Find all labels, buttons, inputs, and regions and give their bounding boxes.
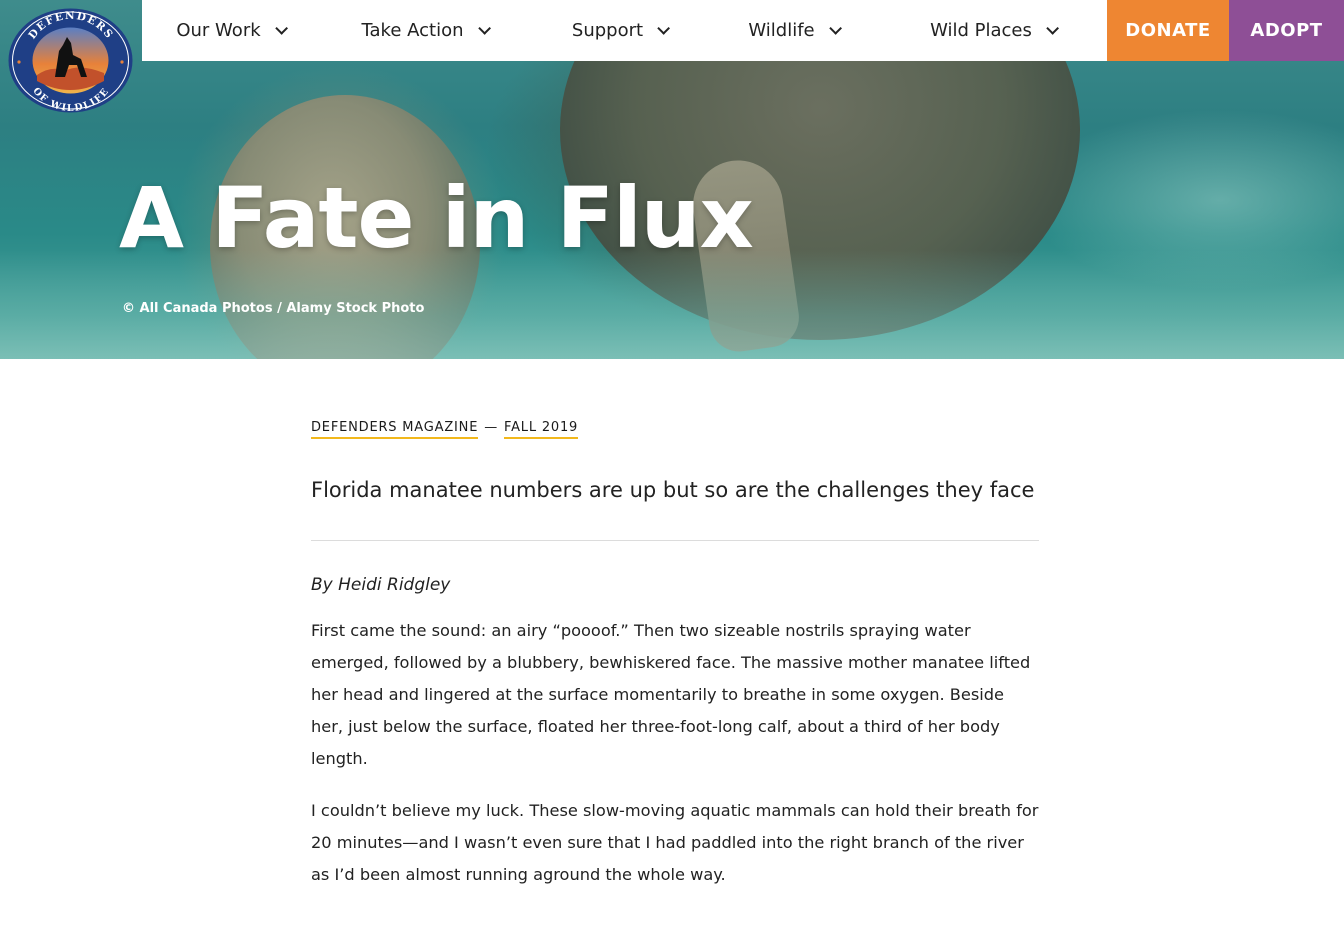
nav-item-take-action[interactable]: Take Action [318,0,530,61]
nav-item-our-work[interactable]: Our Work [142,0,318,61]
publication-link[interactable]: DEFENDERS MAGAZINE [311,420,479,439]
issue-link[interactable]: FALL 2019 [504,420,579,439]
chevron-down-icon[interactable] [1046,24,1055,38]
nav-item-label: Support [571,20,644,41]
nav-item-support[interactable]: Support [530,0,708,61]
article-paragraph: First came the sound: an airy “poooof.” … [311,621,1031,768]
defenders-logo-icon: DEFENDERS OF WILDLIFE [8,8,133,114]
photo-credit: © All Canada Photos / Alamy Stock Photo [122,301,425,316]
chevron-down-icon[interactable] [275,24,284,38]
chevron-down-icon[interactable] [478,24,487,38]
page-title: A Fate in Flux [119,169,754,267]
nav-item-label: Wild Places [930,20,1032,41]
main-nav: Our Work Take Action Support Wildlife Wi… [142,0,1344,61]
nav-item-wildlife[interactable]: Wildlife [708,0,878,61]
divider [311,540,1039,541]
nav-item-label: Take Action [361,20,464,41]
article-paragraph: I couldn’t believe my luck. These slow-m… [311,801,1039,884]
nav-item-wild-places[interactable]: Wild Places [878,0,1107,61]
chevron-down-icon[interactable] [829,24,838,38]
kicker-separator: — [484,420,499,435]
site-logo[interactable]: DEFENDERS OF WILDLIFE [7,7,134,114]
article-kicker: DEFENDERS MAGAZINE — FALL 2019 [311,420,1039,448]
article-body: DEFENDERS MAGAZINE — FALL 2019 Florida m… [311,420,1039,891]
article-dek: Florida manatee numbers are up but so ar… [311,478,1035,502]
nav-item-label: Our Work [176,20,261,41]
adopt-button[interactable]: ADOPT [1229,0,1344,61]
nav-item-label: Wildlife [748,20,815,41]
donate-button[interactable]: DONATE [1107,0,1229,61]
chevron-down-icon[interactable] [657,24,666,38]
byline: By Heidi Ridgley [311,575,451,595]
